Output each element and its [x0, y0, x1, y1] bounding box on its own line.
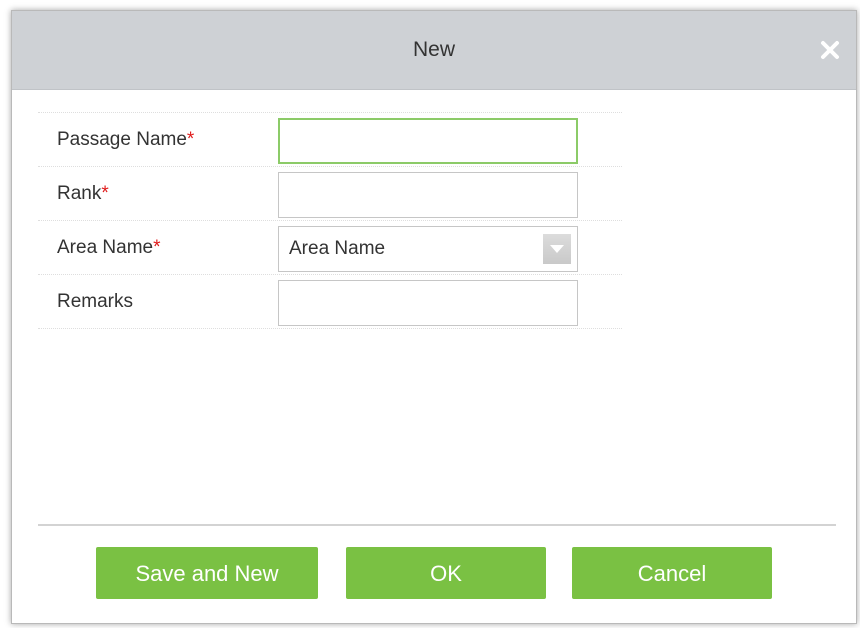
remarks-label: Remarks [57, 291, 134, 312]
close-icon[interactable] [818, 38, 842, 62]
ok-button[interactable]: OK [346, 547, 546, 599]
dialog-titlebar: New [12, 11, 856, 90]
passage-form: Passage Name* Rank* Area Name* Area Name… [38, 112, 622, 329]
rank-input[interactable] [278, 172, 578, 218]
rank-label: Rank* [57, 183, 109, 204]
footer-divider [38, 524, 836, 526]
area-name-label: Area Name* [57, 237, 161, 258]
form-row-rank: Rank* [38, 167, 622, 221]
passage-name-input[interactable] [278, 118, 578, 164]
form-row-remarks: Remarks [38, 275, 622, 329]
form-row-passage-name: Passage Name* [38, 113, 622, 167]
required-mark: * [153, 237, 161, 258]
area-name-selected-value: Area Name [289, 238, 386, 259]
passage-name-label: Passage Name* [57, 129, 195, 150]
remarks-input[interactable] [278, 280, 578, 326]
chevron-down-icon [550, 245, 564, 253]
save-and-new-button[interactable]: Save and New [96, 547, 318, 599]
new-dialog: New Passage Name* Rank* Area Name* Area … [11, 10, 857, 624]
dialog-title: New [412, 38, 455, 61]
dropdown-button[interactable] [543, 234, 571, 264]
required-mark: * [186, 129, 195, 150]
cancel-button[interactable]: Cancel [572, 547, 772, 599]
form-row-area-name: Area Name* Area Name [38, 221, 622, 275]
required-mark: * [101, 183, 109, 204]
area-name-select[interactable]: Area Name [278, 226, 578, 272]
